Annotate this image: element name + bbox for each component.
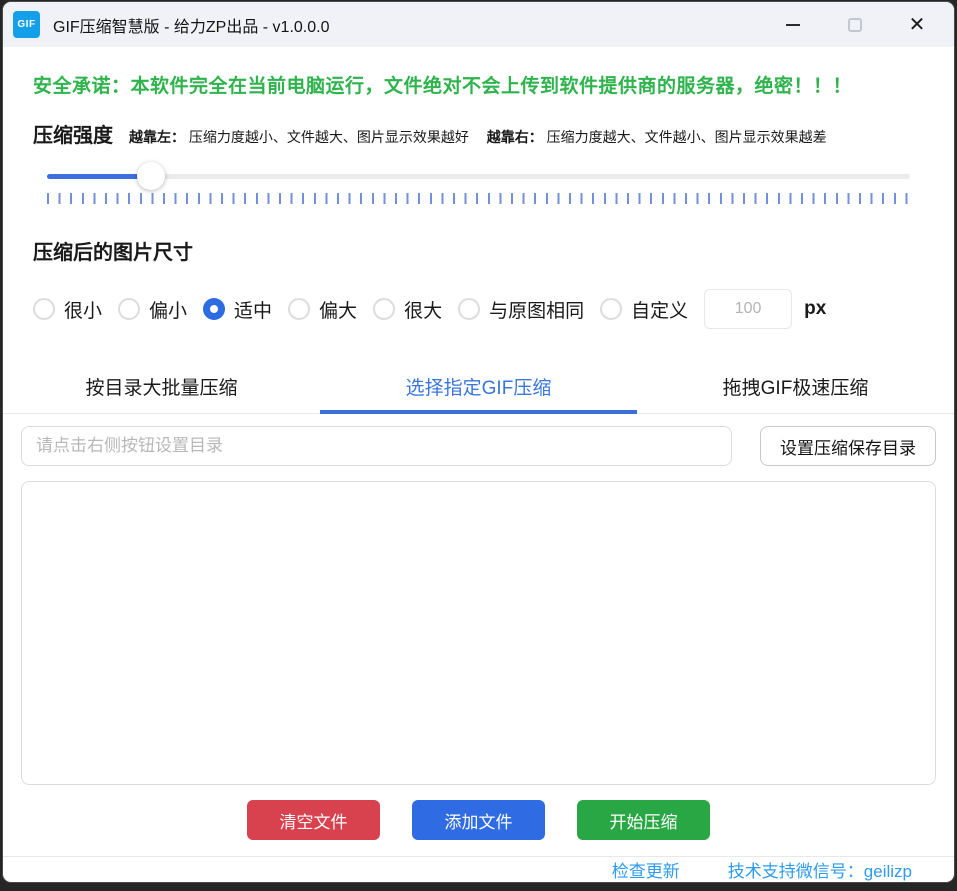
window-controls: ✕ (762, 2, 954, 47)
custom-size-input[interactable] (704, 289, 792, 329)
slider-thumb[interactable] (137, 162, 165, 190)
app-window: GIF GIF压缩智慧版 - 给力ZP出品 - v1.0.0.0 ✕ 安全承诺：… (2, 1, 955, 883)
strength-slider[interactable] (47, 162, 910, 190)
radio-label: 适中 (234, 296, 272, 323)
radio-label: 偏小 (149, 296, 187, 323)
slider-fill (47, 174, 151, 179)
radio-icon (373, 298, 395, 320)
close-button[interactable]: ✕ (886, 2, 948, 47)
support-wechat-text: 技术支持微信号：geilizp (728, 857, 912, 882)
radio-label: 很小 (64, 296, 102, 323)
main-content: 安全承诺：本软件完全在当前电脑运行，文件绝对不会上传到软件提供商的服务器，绝密！… (3, 47, 954, 882)
radio-label: 自定义 (631, 296, 688, 323)
size-options-row: 很小 偏小 适中 偏大 很大 与原图相同 (3, 289, 954, 329)
window-title: GIF压缩智慧版 - 给力ZP出品 - v1.0.0.0 (53, 13, 329, 37)
radio-very-large[interactable]: 很大 (373, 296, 442, 323)
radio-custom[interactable]: 自定义 (600, 296, 688, 323)
minimize-button[interactable] (762, 2, 824, 47)
radio-icon (600, 298, 622, 320)
slider-tick-marks (47, 193, 910, 204)
left-hint-text: 压缩力度越小、文件越大、图片显示效果越好 (189, 129, 469, 145)
action-buttons: 清空文件 添加文件 开始压缩 (3, 800, 954, 840)
radio-icon (118, 298, 140, 320)
radio-icon (203, 298, 225, 320)
clear-files-button[interactable]: 清空文件 (247, 800, 380, 840)
security-notice: 安全承诺：本软件完全在当前电脑运行，文件绝对不会上传到软件提供商的服务器，绝密！… (3, 71, 954, 98)
left-hint-label: 越靠左： (129, 129, 185, 145)
radio-label: 偏大 (319, 296, 357, 323)
tab-select-gif[interactable]: 选择指定GIF压缩 (320, 365, 637, 413)
px-unit-label: px (804, 298, 826, 320)
radio-large[interactable]: 偏大 (288, 296, 357, 323)
tab-bar: 按目录大批量压缩 选择指定GIF压缩 拖拽GIF极速压缩 (3, 365, 954, 414)
gif-app-icon: GIF (13, 11, 40, 38)
minimize-icon (786, 24, 800, 26)
radio-icon (33, 298, 55, 320)
tab-batch-by-directory[interactable]: 按目录大批量压缩 (3, 365, 320, 413)
tab-drag-gif[interactable]: 拖拽GIF极速压缩 (637, 365, 954, 413)
strength-hints: 越靠左： 压缩力度越小、文件越大、图片显示效果越好 越靠右： 压缩力度越大、文件… (129, 127, 841, 147)
radio-same-as-original[interactable]: 与原图相同 (458, 296, 584, 323)
radio-medium[interactable]: 适中 (203, 296, 272, 323)
maximize-button[interactable] (824, 2, 886, 47)
start-compress-button[interactable]: 开始压缩 (577, 800, 710, 840)
radio-small[interactable]: 偏小 (118, 296, 187, 323)
radio-label: 很大 (404, 296, 442, 323)
radio-icon (458, 298, 480, 320)
check-update-link[interactable]: 检查更新 (612, 857, 680, 882)
set-save-directory-button[interactable]: 设置压缩保存目录 (760, 426, 936, 466)
strength-section: 压缩强度 越靠左： 压缩力度越小、文件越大、图片显示效果越好 越靠右： 压缩力度… (3, 119, 954, 148)
add-files-button[interactable]: 添加文件 (412, 800, 545, 840)
right-hint-label: 越靠右： (487, 129, 543, 145)
footer: 检查更新 技术支持微信号：geilizp (3, 857, 954, 882)
size-section-title: 压缩后的图片尺寸 (3, 236, 954, 265)
save-directory-input[interactable] (21, 426, 732, 466)
close-icon: ✕ (909, 15, 926, 35)
radio-very-small[interactable]: 很小 (33, 296, 102, 323)
radio-label: 与原图相同 (489, 296, 584, 323)
slider-track[interactable] (47, 174, 910, 179)
radio-icon (288, 298, 310, 320)
title-bar: GIF GIF压缩智慧版 - 给力ZP出品 - v1.0.0.0 ✕ (3, 2, 954, 47)
strength-title: 压缩强度 (33, 119, 113, 148)
right-hint-text: 压缩力度越大、文件越小、图片显示效果越差 (547, 129, 827, 145)
file-list-area[interactable] (21, 481, 936, 785)
maximize-icon (848, 18, 862, 32)
directory-row: 设置压缩保存目录 (21, 426, 936, 466)
